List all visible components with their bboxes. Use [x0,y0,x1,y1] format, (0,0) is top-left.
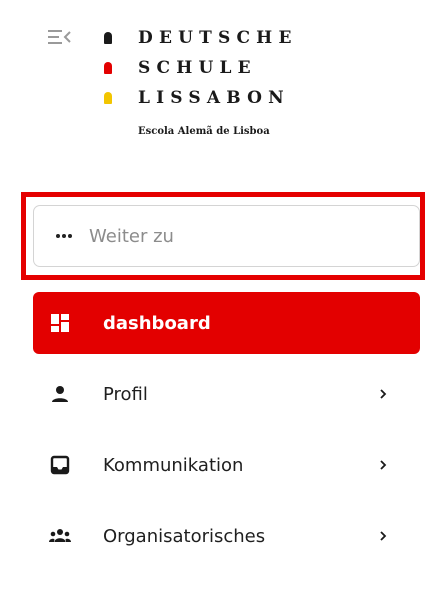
nav-item-profil[interactable]: Profil [33,363,420,425]
nav-item-dashboard[interactable]: dashboard [33,292,420,354]
menu-collapse-icon[interactable] [48,27,72,47]
yellow-dot-icon [104,92,112,104]
nav-label-organisatorisches: Organisatorisches [103,525,266,547]
dashboard-icon [47,310,73,336]
logo-line-1: DEUTSCHE [138,28,298,48]
logo-subtitle: Escola Alemã de Lisboa [138,126,270,137]
inbox-icon [47,452,73,478]
logo-row-2: SCHULE [104,57,257,79]
search-box[interactable] [33,205,420,267]
nav-label-profil: Profil [103,383,148,405]
search-input[interactable] [87,224,391,248]
nav-label-kommunikation: Kommunikation [103,454,244,476]
chevron-right-icon [378,458,388,472]
logo-row-3: LISSABON [104,87,290,109]
chevron-right-icon [378,387,388,401]
group-icon [47,523,73,549]
school-logo: DEUTSCHE SCHULE LISSABON Escola Alemã de… [104,26,334,156]
person-icon [47,381,73,407]
more-horizontal-icon [55,233,73,239]
nav-item-organisatorisches[interactable]: Organisatorisches [33,505,420,567]
logo-line-3: LISSABON [138,88,290,108]
chevron-right-icon [378,529,388,543]
logo-row-1: DEUTSCHE [104,27,298,49]
black-dot-icon [104,32,112,44]
logo-line-2: SCHULE [138,58,257,78]
nav-item-kommunikation[interactable]: Kommunikation [33,434,420,496]
sidebar: DEUTSCHE SCHULE LISSABON Escola Alemã de… [0,0,430,595]
nav-label-dashboard: dashboard [103,312,211,334]
red-dot-icon [104,62,112,74]
